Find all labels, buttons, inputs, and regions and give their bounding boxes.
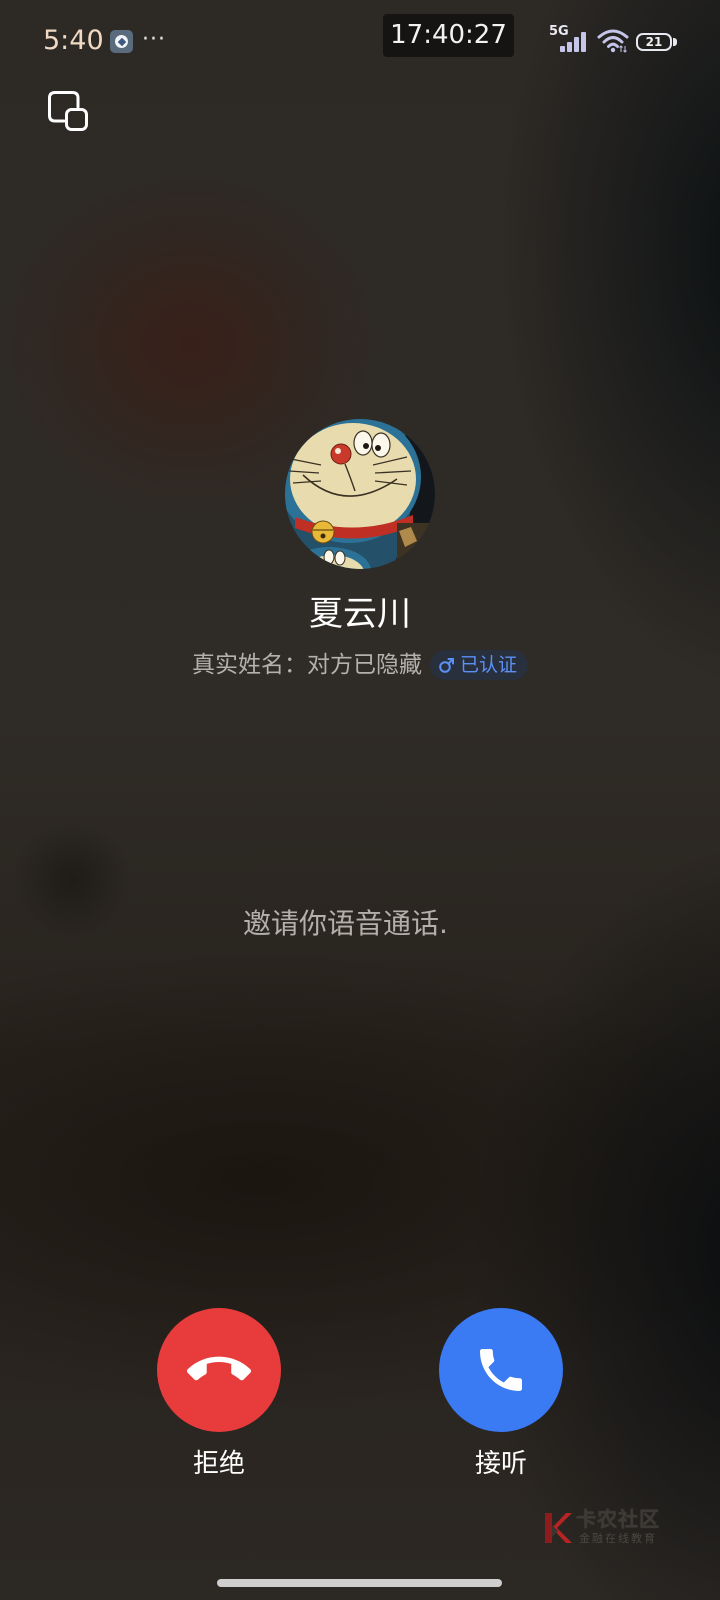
call-clock: 17:40:27 xyxy=(383,14,514,57)
accept-button[interactable] xyxy=(439,1308,563,1432)
battery-icon: 21 xyxy=(636,33,672,51)
avatar xyxy=(285,419,435,569)
app-notification-icon xyxy=(110,30,133,53)
decline-label[interactable]: 拒绝 xyxy=(159,1447,279,1481)
wifi-icon xyxy=(597,29,629,53)
home-indicator[interactable] xyxy=(217,1579,502,1587)
battery-cap xyxy=(673,38,677,46)
decline-button[interactable] xyxy=(157,1308,281,1432)
caller-name: 夏云川 xyxy=(309,594,411,634)
float-window-icon[interactable] xyxy=(47,90,89,132)
status-time: 5:40 xyxy=(43,25,104,56)
real-name-label: 真实姓名：对方已隐藏 xyxy=(191,652,422,678)
watermark-brand: 卡农社区 xyxy=(576,1507,660,1531)
caller-subtitle: 真实姓名：对方已隐藏 已认证 xyxy=(0,649,720,681)
phone-icon xyxy=(480,1349,522,1391)
verified-badge: 已认证 xyxy=(429,650,528,680)
call-status-text: 邀请你语音通话. xyxy=(243,907,448,940)
verified-label: 已认证 xyxy=(459,654,517,676)
watermark-tagline: 金融在线教育 xyxy=(579,1532,657,1545)
phone-hangup-icon xyxy=(187,1356,251,1381)
kanong-logo-icon xyxy=(545,1513,572,1543)
male-icon xyxy=(439,657,454,673)
signal-icon xyxy=(560,32,586,52)
more-notifications-indicator: ··· xyxy=(142,27,166,52)
accept-label[interactable]: 接听 xyxy=(441,1447,561,1481)
